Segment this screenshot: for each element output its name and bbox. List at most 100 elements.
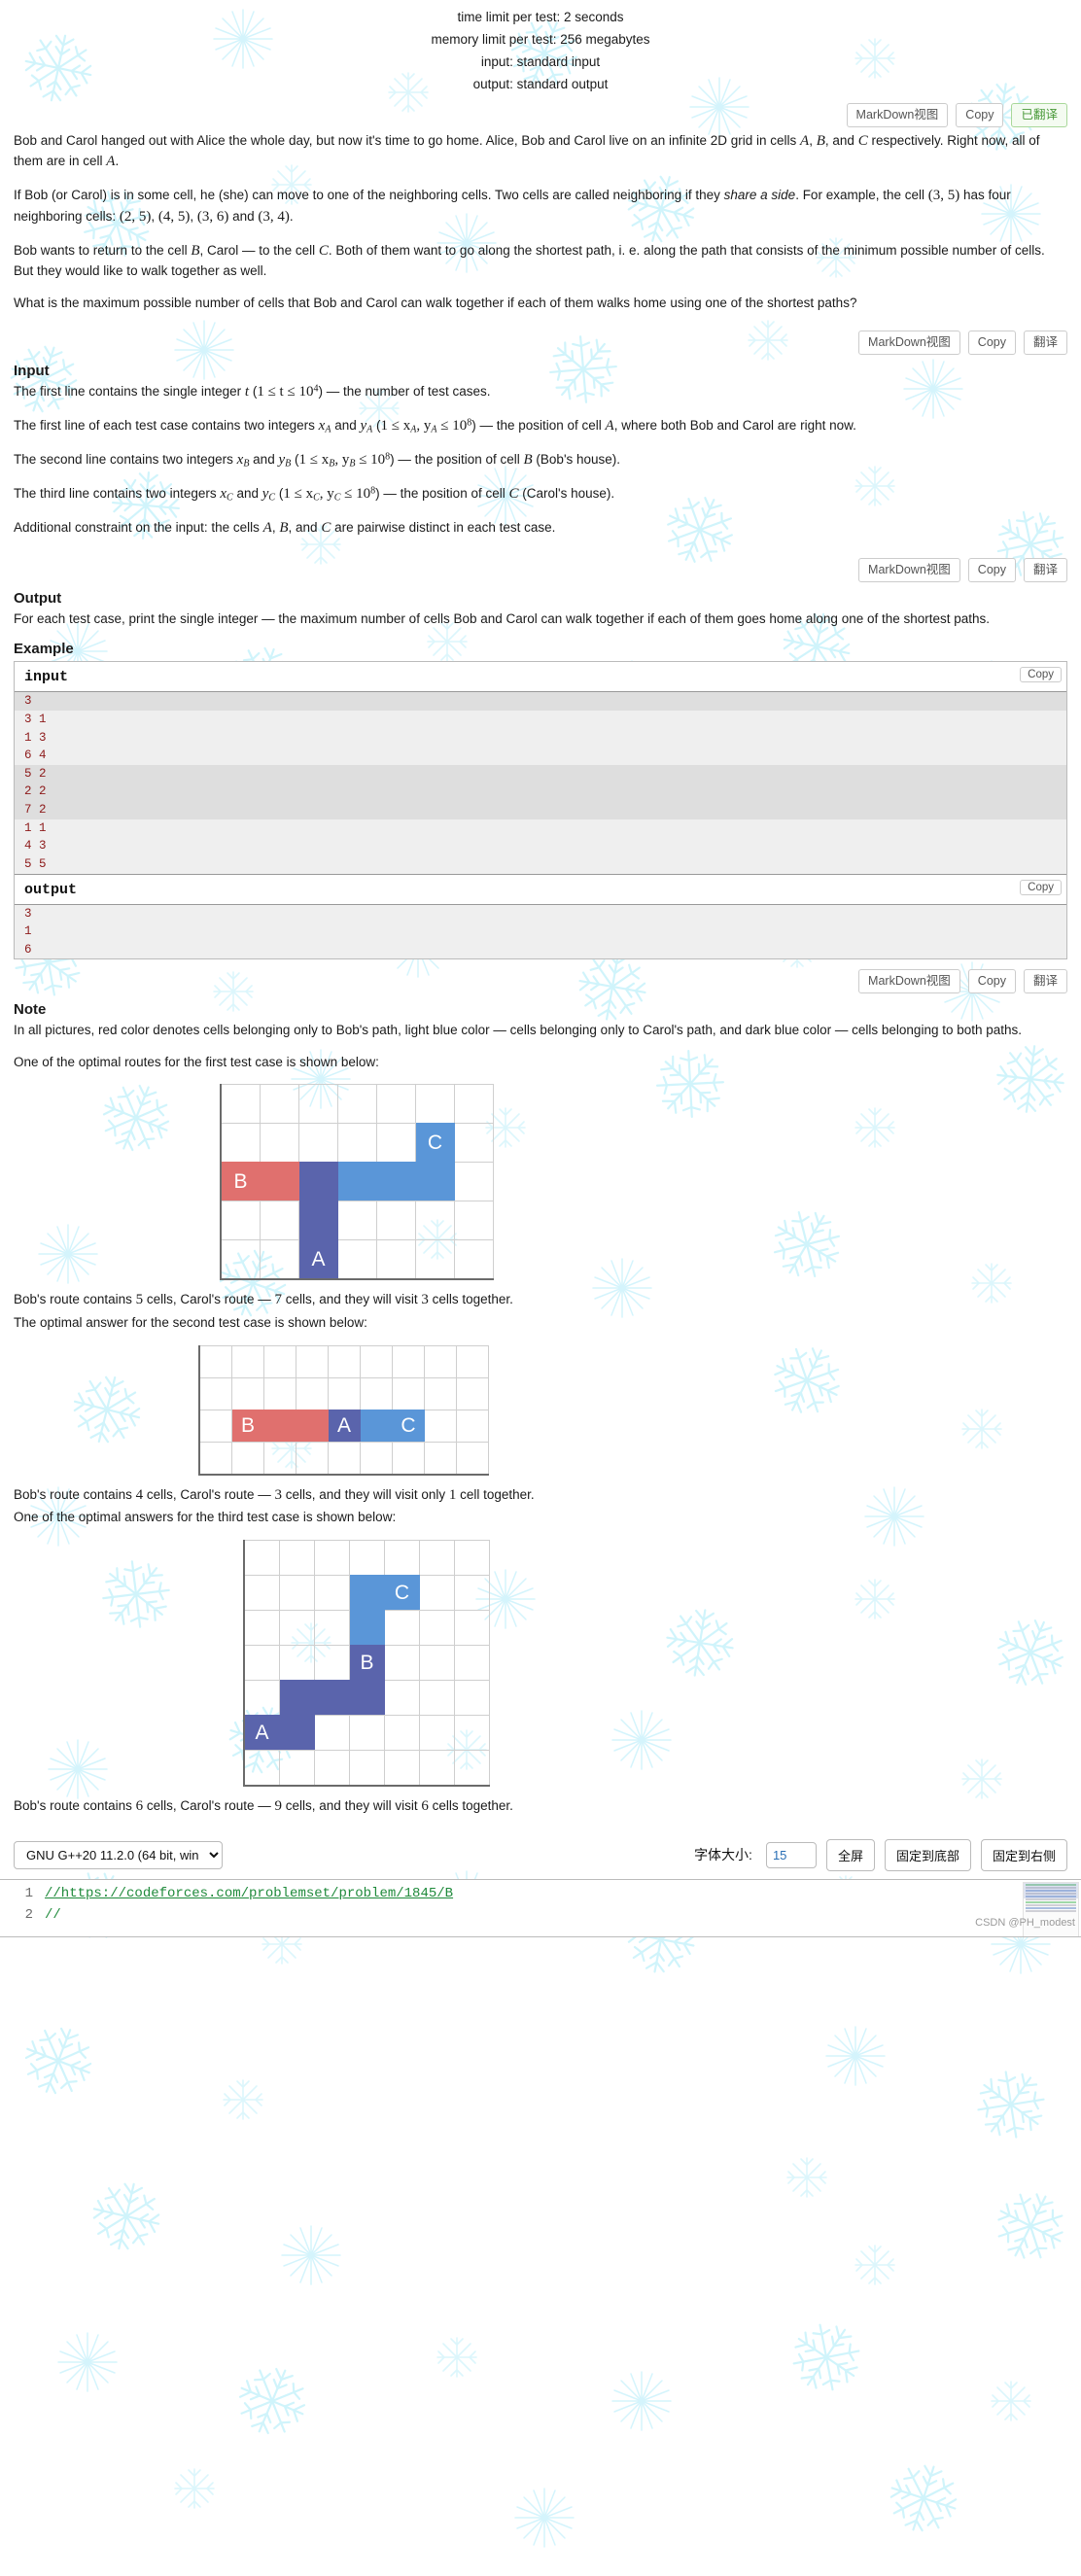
grid-cell-empty	[222, 1084, 261, 1124]
font-size-input[interactable]	[765, 1841, 817, 1868]
grid-cell-empty	[299, 1123, 338, 1163]
p1-sep1: ,	[809, 132, 817, 148]
copy-button[interactable]: Copy	[956, 102, 1004, 127]
grid-cell-empty	[377, 1084, 416, 1124]
math-range-t: 1 ≤ t ≤ 10	[257, 384, 314, 400]
copy-button-2[interactable]: Copy	[967, 331, 1016, 356]
code-line-text[interactable]: //https://codeforces.com/problemset/prob…	[45, 1883, 453, 1904]
math-C3: C	[508, 486, 519, 503]
grid-cell-empty	[296, 1376, 329, 1410]
copy-button-3[interactable]: Copy	[967, 557, 1016, 582]
grid-cell-empty	[280, 1610, 315, 1645]
grid-cell-empty	[350, 1540, 385, 1575]
fig3-caption: One of the optimal answers for the third…	[14, 1510, 397, 1525]
grid-row: B AC	[200, 1409, 489, 1442]
markdown-view-button-3[interactable]: MarkDown视图	[858, 557, 960, 582]
grid-cell-empty	[232, 1441, 264, 1474]
grid-cell-empty	[329, 1376, 361, 1410]
grid-cell-empty	[457, 1344, 489, 1377]
math-range-B3: ≤ 10	[355, 452, 386, 469]
dock-bottom-button[interactable]: 固定到底部	[884, 1838, 971, 1871]
markdown-view-button[interactable]: MarkDown视图	[846, 102, 949, 127]
grid-row: B	[222, 1162, 494, 1201]
grid-cell-empty	[315, 1715, 350, 1750]
math-range-A3: ≤ 10	[436, 418, 468, 435]
grid-cell-empty	[315, 1750, 350, 1785]
grid-cell-empty	[385, 1645, 420, 1680]
minimap-slider[interactable]	[1024, 1882, 1078, 1898]
i3d: ) — the position of cell	[390, 452, 524, 468]
grid-row	[200, 1344, 489, 1377]
note-heading: Note	[14, 1001, 47, 1019]
p2-sep1: ,	[151, 208, 158, 224]
grid-row: B	[245, 1645, 490, 1680]
copy-input-button[interactable]: Copy	[1020, 667, 1062, 683]
math-sub-C1: C	[227, 492, 233, 504]
grid-cell-path	[361, 1409, 393, 1442]
grid-cell-empty	[261, 1084, 299, 1124]
grid-cell-path	[280, 1715, 315, 1750]
grid-cell-empty	[261, 1123, 299, 1163]
f3-n3: 6	[421, 1798, 429, 1814]
grid-cell-empty	[296, 1344, 329, 1377]
translated-button[interactable]: 已翻译	[1011, 102, 1067, 127]
grid-cell-empty	[200, 1376, 232, 1410]
f1c: cells, and they will visit	[282, 1292, 422, 1307]
grid-cell-empty	[455, 1084, 494, 1124]
grid-row: C	[245, 1575, 490, 1610]
code-editor[interactable]: 1 //https://codeforces.com/problemset/pr…	[0, 1878, 1081, 1937]
grid-cell-empty	[393, 1441, 425, 1474]
grid-cell-empty	[385, 1540, 420, 1575]
markdown-view-button-4[interactable]: MarkDown视图	[858, 969, 960, 994]
i2c: (	[372, 418, 381, 434]
grid-cell-path	[264, 1409, 296, 1442]
grid-cell-empty	[420, 1715, 455, 1750]
code-line-text-2[interactable]: //	[45, 1904, 61, 1926]
fullscreen-button[interactable]: 全屏	[825, 1838, 875, 1871]
grid-cell-path	[350, 1575, 385, 1610]
grid-cell-empty	[315, 1610, 350, 1645]
f3a: Bob's route contains	[14, 1798, 136, 1813]
compiler-select[interactable]: GNU G++20 11.2.0 (64 bit, winlibs)	[14, 1840, 223, 1869]
translate-button-4[interactable]: 翻译	[1023, 969, 1067, 994]
problem-url-link[interactable]: //https://codeforces.com/problemset/prob…	[45, 1886, 453, 1901]
grid-figure-1: C BA	[220, 1084, 494, 1281]
sample-line: 6 4	[15, 747, 1066, 765]
grid-cell-empty	[455, 1201, 494, 1240]
grid-cell-empty	[232, 1344, 264, 1377]
sample-line: 3	[15, 692, 1066, 711]
grid-cell-empty	[245, 1750, 280, 1785]
i2a: The first line of each test case contain…	[14, 418, 319, 434]
grid-cell-empty	[361, 1441, 393, 1474]
math-range-A2: , y	[416, 418, 432, 435]
sample-line: 3 1	[15, 710, 1066, 729]
grid-row: C	[222, 1123, 494, 1163]
copy-output-button[interactable]: Copy	[1020, 879, 1062, 895]
time-limit: time limit per test: 2 seconds	[457, 10, 624, 24]
sample-line: 7 2	[15, 801, 1066, 819]
editor-minimap[interactable]	[1023, 1881, 1079, 1936]
i1c: ) — the number of test cases.	[318, 384, 491, 400]
grid-cell-empty	[455, 1123, 494, 1163]
grid-cell-empty	[200, 1344, 232, 1377]
math-coord-2: (2, 5)	[119, 208, 152, 225]
math-A4: A	[262, 520, 272, 537]
grid-row	[200, 1376, 489, 1410]
markdown-view-button-2[interactable]: MarkDown视图	[858, 331, 960, 356]
translate-button-2[interactable]: 翻译	[1023, 331, 1067, 356]
i4b: and	[232, 486, 262, 502]
grid-cell-empty	[280, 1575, 315, 1610]
grid-cell-empty	[455, 1750, 490, 1785]
grid-cell-empty	[280, 1540, 315, 1575]
translate-button-3[interactable]: 翻译	[1023, 557, 1067, 582]
grid-cell-empty	[200, 1409, 232, 1442]
dock-right-button[interactable]: 固定到右侧	[980, 1838, 1067, 1871]
grid-cell-empty	[350, 1750, 385, 1785]
p2-end: .	[289, 208, 294, 224]
copy-button-4[interactable]: Copy	[967, 969, 1016, 994]
p2-sep2: ,	[190, 208, 197, 224]
minimap-row	[1026, 1906, 1076, 1909]
grid-cell-path	[350, 1680, 385, 1715]
f1d: cells together.	[428, 1292, 513, 1307]
sample-output-header: output Copy	[15, 873, 1066, 905]
